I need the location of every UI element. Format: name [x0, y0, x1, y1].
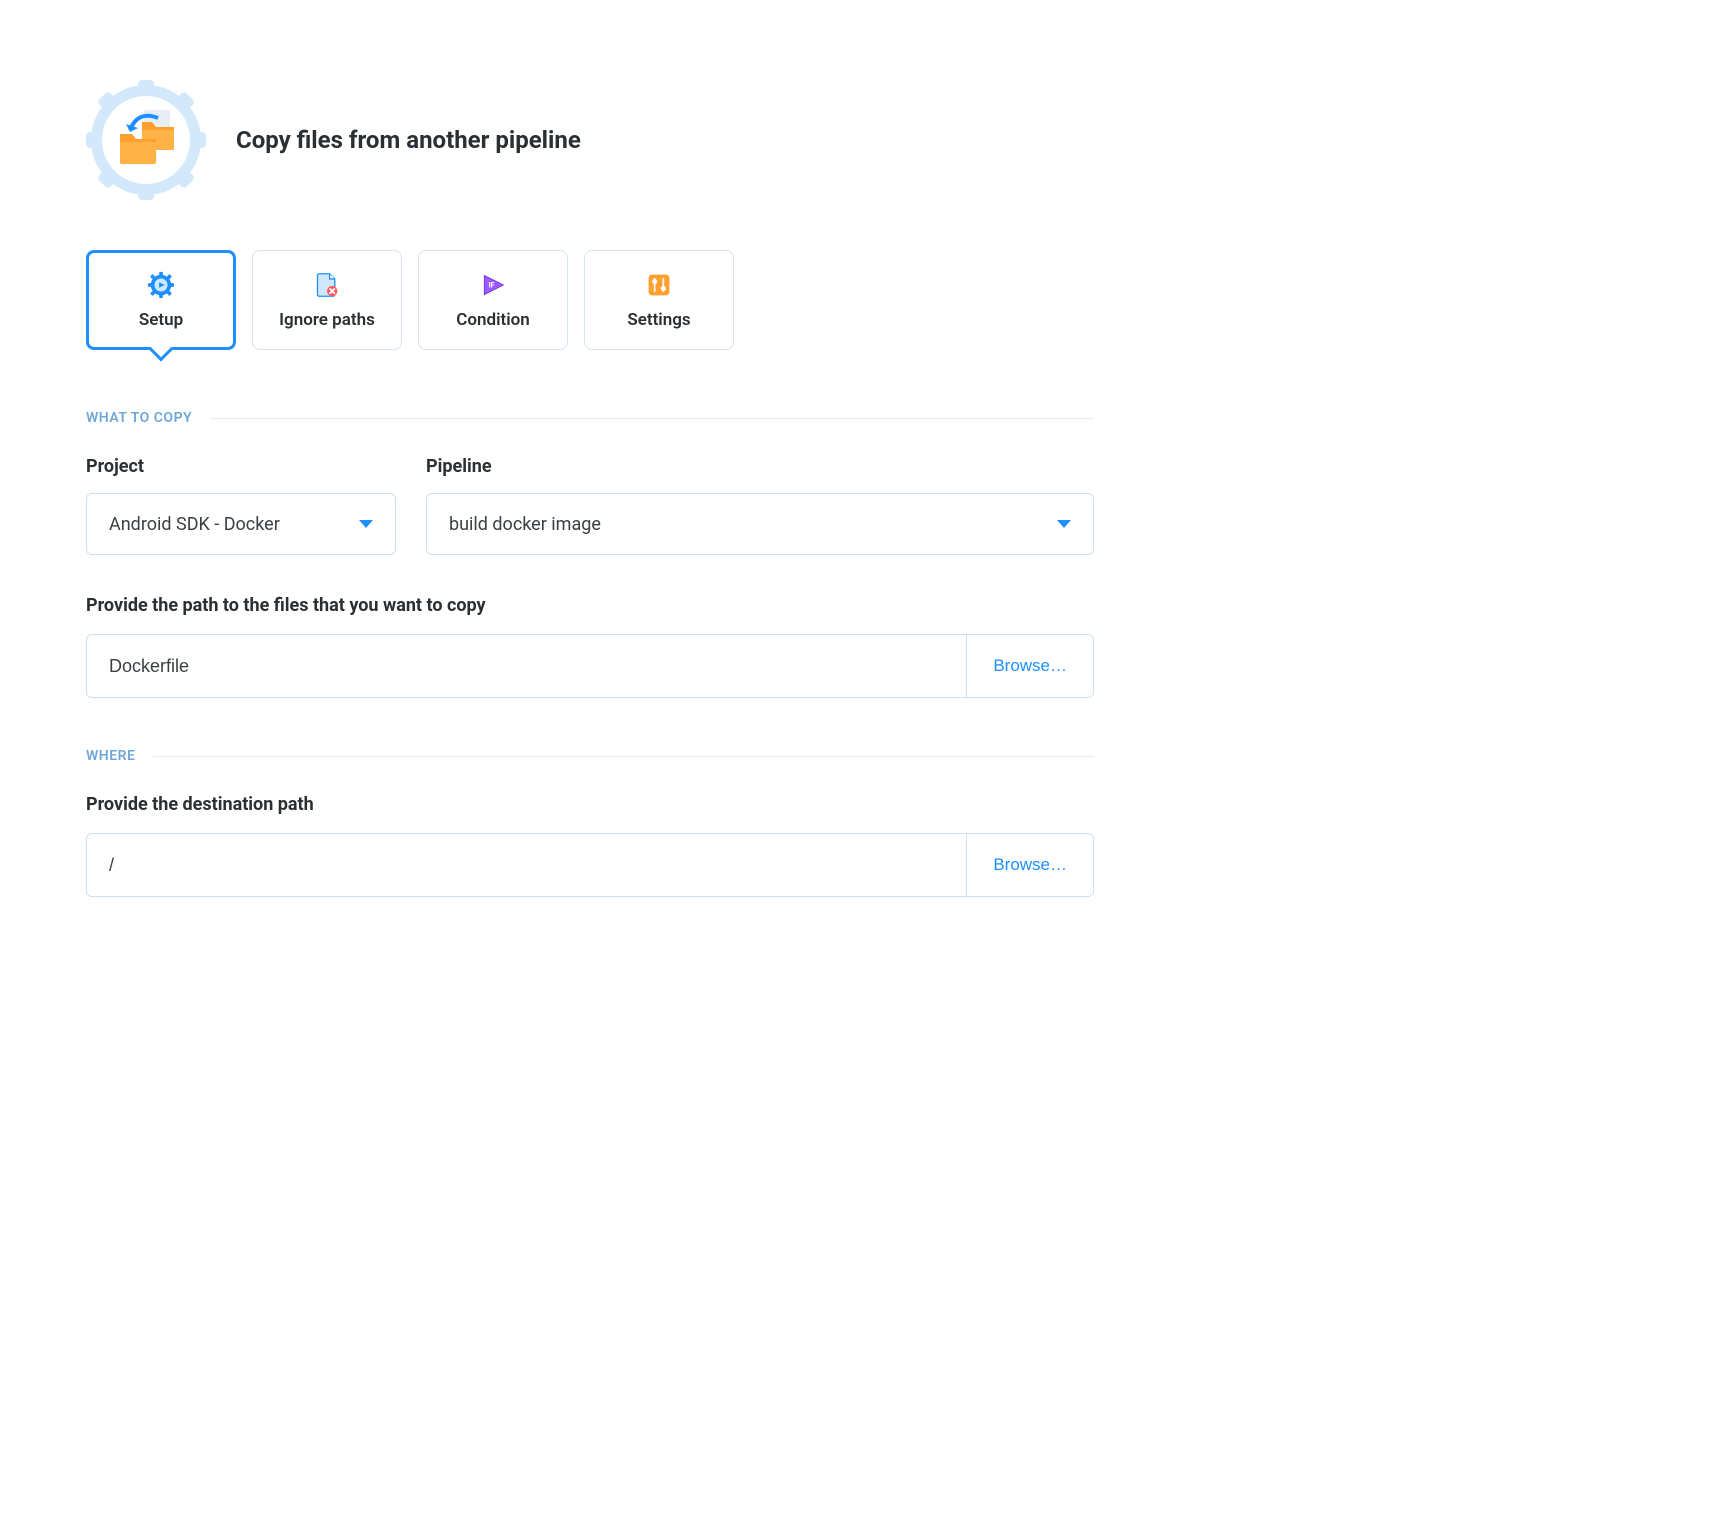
project-value: Android SDK - Docker — [109, 514, 280, 535]
project-field: Project Android SDK - Docker — [86, 456, 396, 555]
sliders-icon — [644, 270, 674, 300]
source-path-input-group: Browse… — [86, 634, 1094, 698]
project-pipeline-row: Project Android SDK - Docker Pipeline bu… — [86, 456, 1094, 555]
svg-text:IF: IF — [489, 282, 495, 290]
tab-label: Setup — [139, 310, 183, 330]
dest-path-input-group: Browse… — [86, 833, 1094, 897]
tabs-row: Setup Ignore paths IF Condition — [86, 250, 1094, 350]
page-header: Copy files from another pipeline — [86, 80, 1094, 200]
browse-source-button[interactable]: Browse… — [966, 635, 1093, 697]
dest-path-field: Provide the destination path Browse… — [86, 794, 1094, 897]
pipeline-label: Pipeline — [426, 456, 1094, 477]
gear-play-icon — [146, 270, 176, 300]
source-path-field: Provide the path to the files that you w… — [86, 595, 1094, 698]
section-what-to-copy: WHAT TO COPY — [86, 410, 1094, 426]
file-x-icon — [312, 270, 342, 300]
source-path-input[interactable] — [87, 635, 966, 697]
pipeline-select[interactable]: build docker image — [426, 493, 1094, 555]
tab-label: Ignore paths — [279, 310, 375, 330]
project-label: Project — [86, 456, 396, 477]
chevron-down-icon — [359, 520, 373, 528]
pipeline-field: Pipeline build docker image — [426, 456, 1094, 555]
chevron-down-icon — [1057, 520, 1071, 528]
tab-settings[interactable]: Settings — [584, 250, 734, 350]
section-heading: WHAT TO COPY — [86, 410, 192, 426]
pipeline-value: build docker image — [449, 514, 601, 535]
section-where: WHERE — [86, 748, 1094, 764]
browse-dest-button[interactable]: Browse… — [966, 834, 1093, 896]
dest-path-input[interactable] — [87, 834, 966, 896]
copy-files-gear-icon — [86, 80, 206, 200]
tab-setup[interactable]: Setup — [86, 250, 236, 350]
tab-label: Settings — [627, 310, 690, 330]
source-path-label: Provide the path to the files that you w… — [86, 595, 1094, 616]
page-title: Copy files from another pipeline — [236, 126, 581, 154]
tab-label: Condition — [456, 310, 529, 330]
play-if-icon: IF — [478, 270, 508, 300]
tab-condition[interactable]: IF Condition — [418, 250, 568, 350]
project-select[interactable]: Android SDK - Docker — [86, 493, 396, 555]
tab-ignore-paths[interactable]: Ignore paths — [252, 250, 402, 350]
section-heading: WHERE — [86, 748, 135, 764]
dest-path-label: Provide the destination path — [86, 794, 1094, 815]
